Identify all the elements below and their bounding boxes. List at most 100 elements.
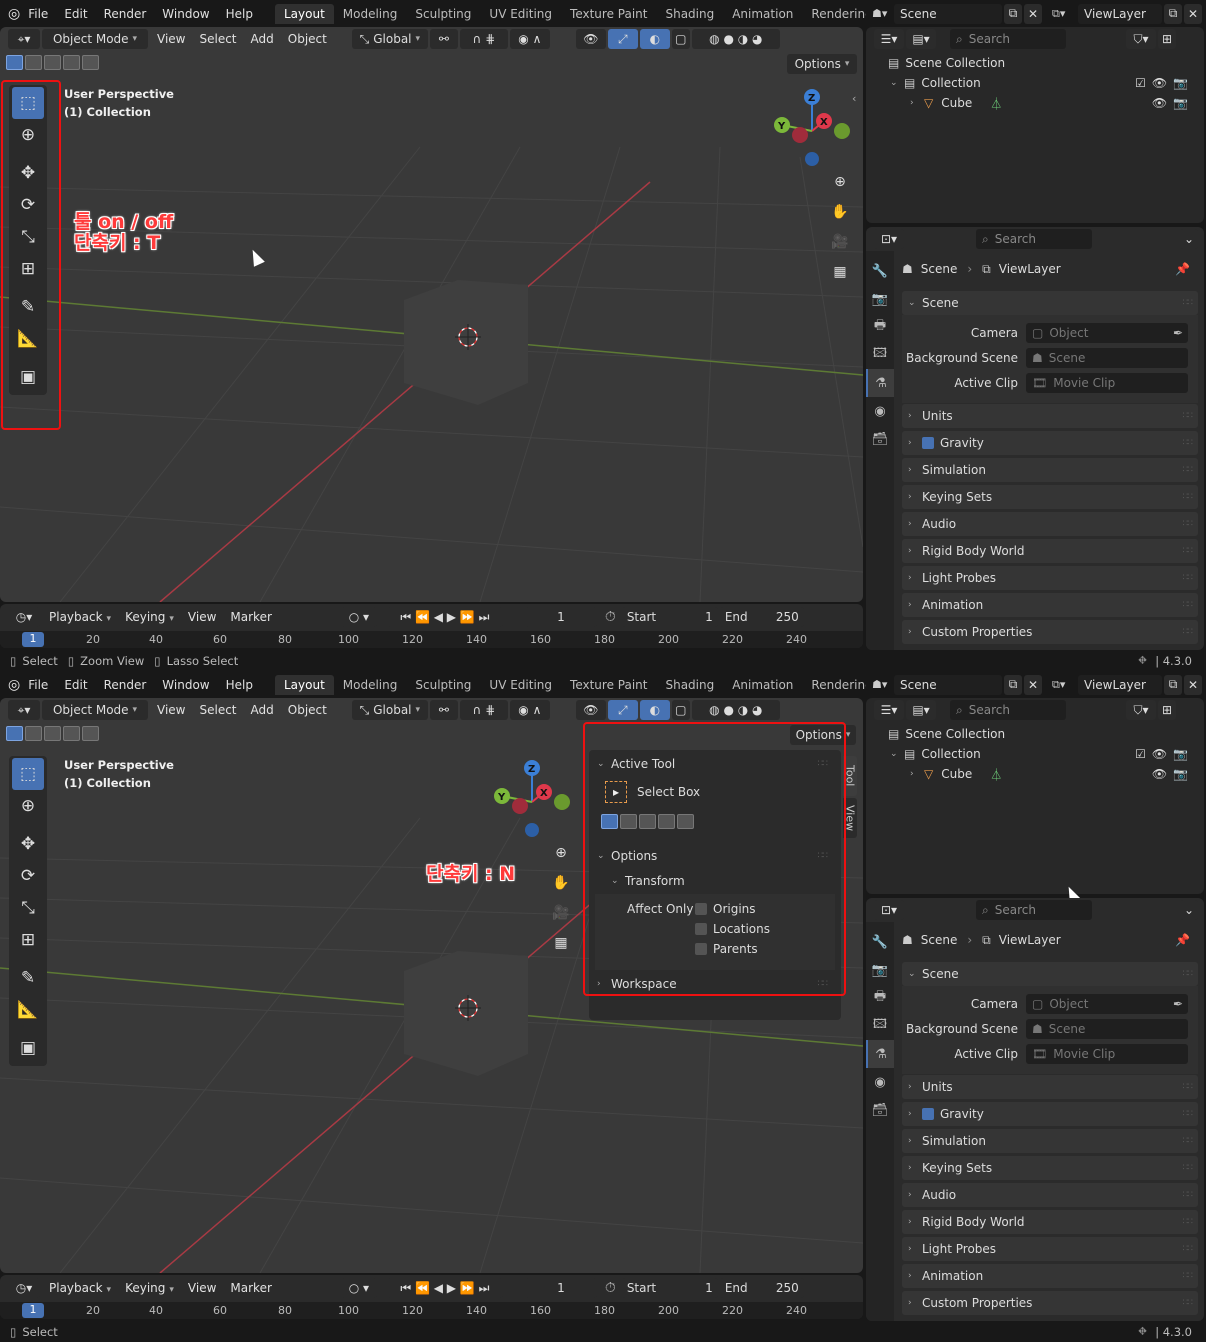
tab-animation[interactable]: Animation bbox=[723, 4, 802, 24]
vp-menu-select[interactable]: Select bbox=[192, 32, 243, 46]
start-frame-field[interactable]: Start 1 bbox=[621, 1278, 718, 1298]
drag-handle-icon[interactable]: ∷∷ bbox=[1183, 298, 1194, 308]
navigation-gizmo[interactable]: Z Y X bbox=[770, 85, 860, 175]
3d-viewport[interactable]: ⌖▾ Object Mode ▾ View Select Add Object ⤡… bbox=[0, 27, 863, 602]
drag-handle-icon[interactable]: ∷∷ bbox=[1183, 1190, 1194, 1200]
section-gravity[interactable]: › Gravity ∷∷ bbox=[902, 431, 1198, 455]
active-clip-field[interactable]: 🎞 Movie Clip bbox=[1026, 1044, 1188, 1064]
tab-shading[interactable]: Shading bbox=[656, 4, 723, 24]
mode-dropdown[interactable]: Object Mode ▾ bbox=[42, 700, 148, 720]
menu-edit[interactable]: Edit bbox=[56, 678, 95, 692]
section-units[interactable]: › Units ∷∷ bbox=[902, 404, 1198, 428]
section-audio[interactable]: › Audio ∷∷ bbox=[902, 512, 1198, 536]
scene-tab-icon[interactable]: ⚗ bbox=[866, 369, 894, 397]
autokey-icon[interactable]: ○ ▾ bbox=[340, 1278, 377, 1298]
tab-modeling[interactable]: Modeling bbox=[334, 675, 407, 695]
section-gravity[interactable]: › Gravity ∷∷ bbox=[902, 1102, 1198, 1126]
select-intersect-icon[interactable] bbox=[82, 726, 99, 741]
tab-shading[interactable]: Shading bbox=[656, 675, 723, 695]
visibility-icon[interactable]: 👁 bbox=[575, 29, 606, 49]
blender-logo-icon[interactable]: ◎ bbox=[8, 5, 20, 23]
drag-handle-icon[interactable]: ∷∷ bbox=[1183, 573, 1194, 583]
scale-icon[interactable]: ⤡ bbox=[12, 892, 44, 924]
frame-ruler[interactable]: 1 20 40 60 80 100 120 140 160 180 200 22… bbox=[0, 631, 863, 648]
cube-toggles-icon[interactable]: 👁📷 bbox=[1152, 767, 1194, 781]
new-collection-icon[interactable]: ⊞ bbox=[1158, 29, 1176, 49]
editor-type-icon[interactable]: ⌖▾ bbox=[8, 700, 40, 720]
section-light-probes[interactable]: › Light Probes ∷∷ bbox=[902, 566, 1198, 590]
outliner-editor-icon[interactable]: ☰▾ bbox=[874, 700, 904, 720]
section-rigid-body[interactable]: › Rigid Body World ∷∷ bbox=[902, 1210, 1198, 1234]
drag-handle-icon[interactable]: ∷∷ bbox=[1183, 1244, 1194, 1254]
mesh-data-icon[interactable]: ⏃ bbox=[990, 95, 1002, 112]
gizmo-icon[interactable]: ⤢ bbox=[607, 700, 638, 720]
tl-menu-keying[interactable]: Keying ▾ bbox=[118, 1281, 181, 1295]
pin-icon[interactable]: 📌 bbox=[1175, 933, 1190, 947]
tl-menu-marker[interactable]: Marker bbox=[223, 1281, 278, 1295]
tl-menu-marker[interactable]: Marker bbox=[223, 610, 278, 624]
display-mode-icon[interactable]: ▤▾ bbox=[906, 700, 936, 720]
collection-row[interactable]: ⌄ ▤ Collection ☑👁📷 bbox=[866, 73, 1204, 93]
end-frame-field[interactable]: End 250 bbox=[719, 607, 804, 627]
zoom-icon[interactable]: ⊕ bbox=[827, 169, 853, 195]
new-scene-icon[interactable]: ⧉ bbox=[1004, 3, 1022, 24]
shading-modes-icon[interactable]: ◍ ● ◑ ◕ bbox=[691, 700, 780, 720]
collection-row[interactable]: ⌄ ▤ Collection ☑👁📷 bbox=[866, 744, 1204, 764]
collection-toggles-icon[interactable]: ☑👁📷 bbox=[1135, 76, 1194, 90]
drag-handle-icon[interactable]: ∷∷ bbox=[1183, 1271, 1194, 1281]
pivot-icon[interactable]: ⚯ bbox=[429, 29, 458, 49]
tab-rendering[interactable]: Rendering bbox=[802, 675, 866, 695]
world-tab-icon[interactable]: ◉ bbox=[866, 397, 894, 425]
scene-selector[interactable]: Scene bbox=[894, 674, 1002, 695]
pan-hand-icon[interactable]: ✋ bbox=[548, 870, 574, 896]
ortho-grid-icon[interactable]: ▦ bbox=[548, 930, 574, 956]
end-frame-field[interactable]: End 250 bbox=[719, 1278, 804, 1298]
outliner-search[interactable]: ⌕ Search bbox=[950, 700, 1066, 720]
tab-layout[interactable]: Layout bbox=[274, 3, 334, 24]
outliner-search[interactable]: ⌕ Search bbox=[950, 29, 1066, 49]
current-frame-field[interactable]: 1 bbox=[524, 607, 597, 627]
drag-handle-icon[interactable]: ∷∷ bbox=[1183, 411, 1194, 421]
section-custom-properties[interactable]: › Custom Properties ∷∷ bbox=[902, 620, 1198, 644]
section-audio[interactable]: › Audio ∷∷ bbox=[902, 1183, 1198, 1207]
camera-field[interactable]: ▢ Object ✒ bbox=[1026, 323, 1188, 343]
playback-controls-icon[interactable]: ⏮ ⏪ ◀ ▶ ⏩ ⏭ bbox=[386, 1278, 503, 1298]
bg-scene-field[interactable]: ☗ Scene bbox=[1026, 348, 1188, 368]
vp-menu-add[interactable]: Add bbox=[244, 703, 281, 717]
properties-editor-icon[interactable]: ⊡▾ bbox=[874, 900, 904, 920]
drag-handle-icon[interactable]: ∷∷ bbox=[1183, 1163, 1194, 1173]
section-simulation[interactable]: › Simulation ∷∷ bbox=[902, 1129, 1198, 1153]
snap-icon[interactable]: ∩ ⋕ bbox=[459, 29, 508, 49]
vp-menu-select[interactable]: Select bbox=[192, 703, 243, 717]
drag-handle-icon[interactable]: ∷∷ bbox=[1183, 546, 1194, 556]
add-cube-icon[interactable]: ▣ bbox=[12, 1032, 44, 1064]
drag-handle-icon[interactable]: ∷∷ bbox=[1183, 519, 1194, 529]
blender-logo-icon[interactable]: ◎ bbox=[8, 676, 20, 694]
menu-render[interactable]: Render bbox=[96, 678, 155, 692]
drag-handle-icon[interactable]: ∷∷ bbox=[1183, 492, 1194, 502]
render-tab-icon[interactable]: 📷 bbox=[866, 956, 894, 984]
transform-icon[interactable]: ⊞ bbox=[12, 924, 44, 956]
section-keying-sets[interactable]: › Keying Sets ∷∷ bbox=[902, 1156, 1198, 1180]
drag-handle-icon[interactable]: ∷∷ bbox=[1183, 1136, 1194, 1146]
view-layer-selector[interactable]: ViewLayer bbox=[1078, 674, 1162, 695]
properties-search[interactable]: ⌕ Search bbox=[976, 229, 1092, 249]
tl-menu-view[interactable]: View bbox=[181, 610, 223, 624]
select-subtract-icon[interactable] bbox=[44, 55, 61, 70]
view-layer-tab-icon[interactable]: 🖾 bbox=[866, 341, 894, 369]
start-frame-field[interactable]: Start 1 bbox=[621, 607, 718, 627]
pan-hand-icon[interactable]: ✋ bbox=[827, 199, 853, 225]
drag-handle-icon[interactable]: ∷∷ bbox=[1183, 600, 1194, 610]
tab-uv-editing[interactable]: UV Editing bbox=[480, 675, 561, 695]
cursor-icon[interactable]: ⊕ bbox=[12, 790, 44, 822]
section-simulation[interactable]: › Simulation ∷∷ bbox=[902, 458, 1198, 482]
select-extend-icon[interactable] bbox=[25, 55, 42, 70]
collection-tab-icon[interactable]: 🗃 bbox=[866, 425, 894, 453]
zoom-icon[interactable]: ⊕ bbox=[548, 840, 574, 866]
xray-icon[interactable]: ▢ bbox=[671, 29, 690, 49]
orientation-dropdown[interactable]: ⤡ Global ▾ bbox=[351, 700, 428, 720]
scene-collection-row[interactable]: ▤ Scene Collection bbox=[866, 53, 1204, 73]
gravity-checkbox[interactable] bbox=[922, 1108, 934, 1120]
menu-file[interactable]: File bbox=[20, 678, 56, 692]
drag-handle-icon[interactable]: ∷∷ bbox=[1183, 438, 1194, 448]
